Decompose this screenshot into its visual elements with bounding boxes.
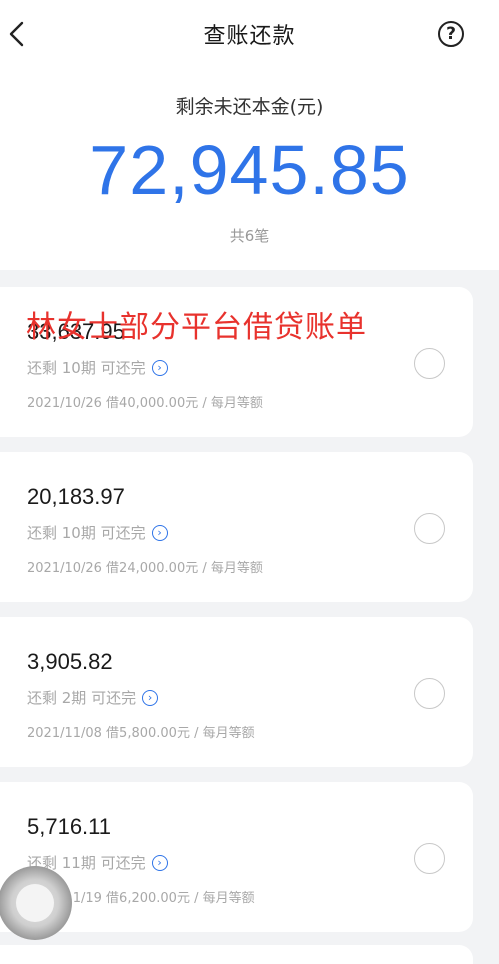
loan-status: 还剩 10期 可还完 › [27, 357, 168, 378]
page-title: 查账还款 [203, 24, 296, 49]
question-icon: ? [446, 24, 456, 44]
loan-select-radio[interactable] [414, 843, 445, 874]
chevron-right-circle-icon[interactable]: › [151, 524, 168, 541]
loan-status-text: 还剩 10期 可还完 [27, 359, 146, 377]
floating-assistive-button[interactable] [0, 866, 72, 940]
remaining-principal-amount: 72,945.85 [89, 131, 410, 209]
loan-detail: 2021/10/26 借40,000.00元 / 每月等额 [27, 396, 263, 411]
loan-status: 还剩 2期 可还完 › [27, 687, 159, 708]
remaining-principal-summary: 剩余未还本金(元) 72,945.85 共6笔 [0, 70, 499, 270]
loan-status-text: 还剩 2期 可还完 [27, 689, 137, 707]
top-nav-bar: 查账还款 ? [0, 0, 499, 70]
chevron-right-circle-icon[interactable]: › [142, 689, 159, 706]
help-button[interactable]: ? [438, 21, 464, 47]
loan-card[interactable]: 20,183.97 还剩 10期 可还完 › 2021/10/26 借24,00… [0, 452, 473, 602]
loan-detail: 2021/10/26 借24,000.00元 / 每月等额 [27, 561, 263, 576]
loan-remaining-amount: 5,716.11 [27, 814, 112, 839]
loan-status: 还剩 10期 可还完 › [27, 522, 168, 543]
chevron-right-circle-icon[interactable]: › [151, 854, 168, 871]
next-loan-card-edge [0, 945, 473, 964]
overlay-caption: 林女士部分平台借贷账单 [26, 310, 367, 345]
chevron-right-circle-icon[interactable]: › [151, 359, 168, 376]
loan-select-radio[interactable] [414, 513, 445, 544]
loan-card[interactable]: 3,905.82 还剩 2期 可还完 › 2021/11/08 借5,800.0… [0, 617, 473, 767]
floating-button-core [16, 884, 54, 922]
loan-count: 共6笔 [229, 227, 270, 245]
loan-remaining-amount: 20,183.97 [27, 484, 125, 509]
loan-status-text: 还剩 10期 可还完 [27, 524, 146, 542]
summary-label: 剩余未还本金(元) [175, 96, 324, 118]
loan-select-radio[interactable] [414, 678, 445, 709]
loan-select-radio[interactable] [414, 348, 445, 379]
loan-detail: 2021/11/08 借5,800.00元 / 每月等额 [27, 726, 255, 741]
loan-remaining-amount: 3,905.82 [27, 649, 113, 674]
